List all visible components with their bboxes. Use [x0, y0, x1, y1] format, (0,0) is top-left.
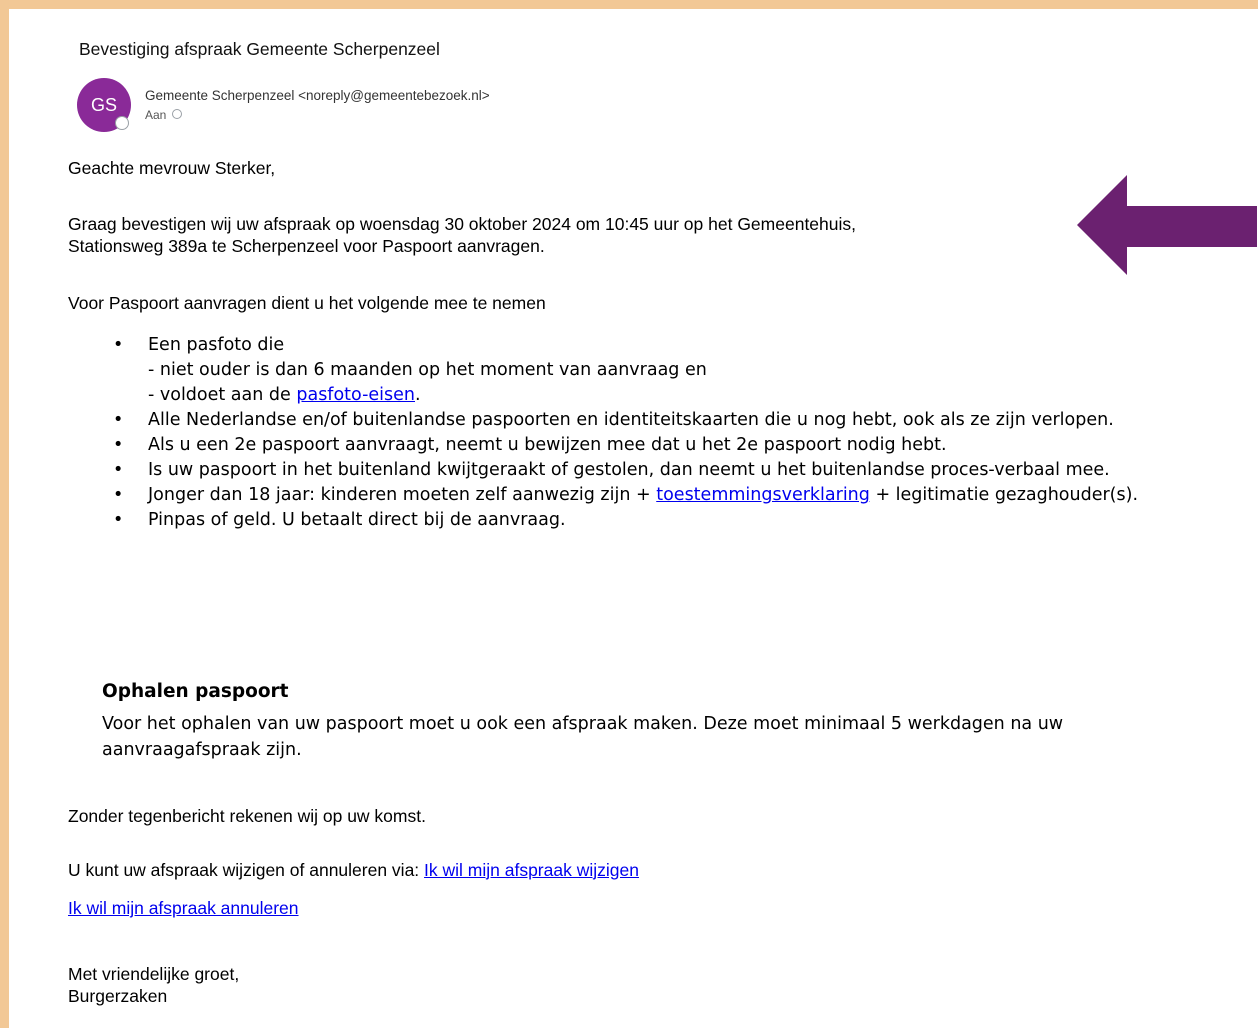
change-line: U kunt uw afspraak wijzigen of annuleren…	[68, 859, 639, 881]
cancel-line: Ik wil mijn afspraak annuleren	[68, 897, 299, 919]
minor-text: Jonger dan 18 jaar: kinderen moeten zelf…	[148, 485, 657, 505]
email-view: Bevestiging afspraak Gemeente Scherpenze…	[9, 9, 1258, 1028]
toestemmingsverklaring-link[interactable]: toestemmingsverklaring	[656, 485, 870, 505]
photo-line-3-end: .	[415, 385, 421, 405]
recipient-line: Aan	[145, 108, 183, 122]
no-reply-note: Zonder tegenbericht rekenen wij op uw ko…	[68, 806, 426, 826]
photo-line-3-text: - voldoet aan de	[148, 385, 297, 405]
left-arrow-icon	[1077, 175, 1257, 275]
list-item: Een pasfoto die - niet ouder is dan 6 ma…	[101, 333, 1211, 408]
photo-line-2: - niet ouder is dan 6 maanden op het mom…	[148, 360, 707, 380]
list-item: Jonger dan 18 jaar: kinderen moeten zelf…	[101, 483, 1211, 508]
requirements-intro: Voor Paspoort aanvragen dient u het volg…	[68, 293, 546, 313]
closing: Met vriendelijke groet,	[68, 964, 240, 984]
sender-name[interactable]: Gemeente Scherpenzeel <noreply@gemeenteb…	[145, 88, 490, 103]
cancel-appointment-link[interactable]: Ik wil mijn afspraak annuleren	[68, 898, 299, 918]
appointment-confirmation: Graag bevestigen wij uw afspraak op woen…	[68, 213, 1088, 257]
avatar-initials: GS	[90, 94, 117, 115]
pickup-heading: Ophalen paspoort	[102, 681, 289, 702]
to-label: Aan	[145, 108, 167, 122]
photo-line-1: Een pasfoto die	[148, 335, 285, 355]
greeting: Geachte mevrouw Sterker,	[68, 158, 276, 178]
change-text: U kunt uw afspraak wijzigen of annuleren…	[68, 860, 425, 880]
pickup-text: Voor het ophalen van uw paspoort moet u …	[102, 714, 1064, 760]
signature: Burgerzaken	[68, 986, 168, 1006]
requirements-list: Een pasfoto die - niet ouder is dan 6 ma…	[101, 333, 1211, 533]
minor-text-end: + legitimatie gezaghouder(s).	[869, 485, 1139, 505]
list-item: Is uw paspoort in het buitenland kwijtge…	[101, 458, 1211, 483]
change-appointment-link[interactable]: Ik wil mijn afspraak wijzigen	[424, 860, 639, 880]
presence-status-icon	[115, 116, 129, 130]
list-item: Als u een 2e paspoort aanvraagt, neemt u…	[101, 433, 1211, 458]
recipient-status-icon	[172, 109, 183, 119]
list-item: Alle Nederlandse en/of buitenlandse pasp…	[101, 408, 1211, 433]
confirmation-line-2: Stationsweg 389a te Scherpenzeel voor Pa…	[68, 236, 545, 256]
confirmation-line-1: Graag bevestigen wij uw afspraak op woen…	[68, 214, 857, 234]
pasfoto-eisen-link[interactable]: pasfoto-eisen	[296, 385, 415, 405]
photo-line-3: - voldoet aan de pasfoto-eisen.	[148, 383, 1211, 408]
email-subject: Bevestiging afspraak Gemeente Scherpenze…	[79, 39, 440, 59]
list-item: Pinpas of geld. U betaalt direct bij de …	[101, 508, 1211, 533]
